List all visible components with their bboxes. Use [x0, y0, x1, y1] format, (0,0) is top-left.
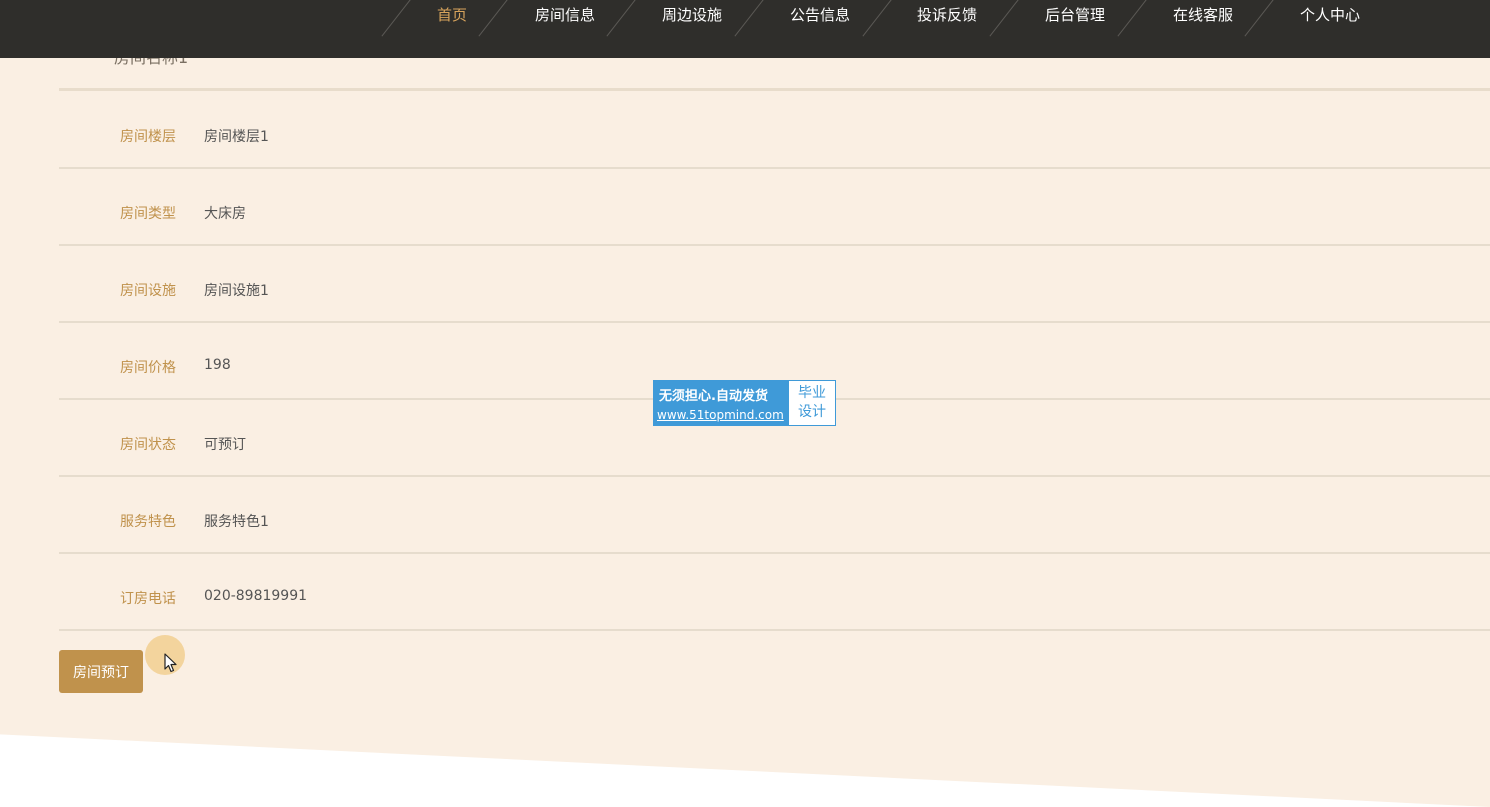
- nav-item-home[interactable]: 首页: [437, 0, 467, 30]
- watermark-banner: 无须担心.自动发货 www.51topmind.com 毕业 设计: [653, 380, 836, 426]
- field-value: 房间楼层1: [204, 129, 269, 145]
- detail-row: 房间类型 大床房: [59, 167, 1490, 246]
- mouse-pointer-icon: [164, 653, 177, 673]
- field-value: 房间设施1: [204, 283, 269, 299]
- field-label: 房间价格: [120, 360, 176, 376]
- nav-separator: [606, 0, 637, 37]
- field-value: 020-89819991: [204, 588, 308, 604]
- field-label: 服务特色: [120, 514, 176, 530]
- detail-row: 房间楼层 房间楼层1: [59, 90, 1490, 169]
- field-value: 服务特色1: [204, 514, 269, 530]
- field-label: 房间状态: [120, 437, 176, 453]
- nav-item-room-info[interactable]: 房间信息: [535, 0, 595, 30]
- nav-item-feedback[interactable]: 投诉反馈: [917, 0, 977, 30]
- detail-row: 订房电话 020-89819991: [59, 552, 1490, 631]
- nav-separator: [734, 0, 765, 37]
- nav-separator: [381, 0, 412, 37]
- field-value: 可预订: [204, 437, 246, 453]
- nav-separator: [478, 0, 509, 37]
- top-navbar: 首页 房间信息 周边设施 公告信息 投诉反馈 后台管理 在线客服 个人中心: [0, 0, 1490, 58]
- detail-row: 房间设施 房间设施1: [59, 244, 1490, 323]
- nav-separator: [989, 0, 1020, 37]
- field-label: 房间楼层: [120, 129, 176, 145]
- nav-item-notices[interactable]: 公告信息: [790, 0, 850, 30]
- watermark-url: www.51topmind.com: [657, 408, 784, 422]
- watermark-badge-line2: 设计: [798, 404, 826, 420]
- watermark-slogan: 无须担心.自动发货: [659, 389, 768, 404]
- nav-separator: [862, 0, 893, 37]
- field-label: 订房电话: [120, 591, 176, 607]
- field-value: 大床房: [204, 206, 246, 222]
- field-label: 房间类型: [120, 206, 176, 222]
- field-label: 房间设施: [120, 283, 176, 299]
- book-room-button[interactable]: 房间预订: [59, 650, 143, 693]
- field-value: 198: [204, 357, 231, 373]
- watermark-badge-line1: 毕业: [798, 385, 826, 401]
- nav-item-personal-center[interactable]: 个人中心: [1300, 0, 1360, 30]
- nav-item-online-service[interactable]: 在线客服: [1173, 0, 1233, 30]
- nav-separator: [1117, 0, 1148, 37]
- detail-row: 服务特色 服务特色1: [59, 475, 1490, 554]
- nav-separator: [1244, 0, 1275, 37]
- watermark-badge: 毕业 设计: [789, 381, 835, 425]
- nav-item-admin[interactable]: 后台管理: [1045, 0, 1105, 30]
- nav-item-facilities[interactable]: 周边设施: [662, 0, 722, 30]
